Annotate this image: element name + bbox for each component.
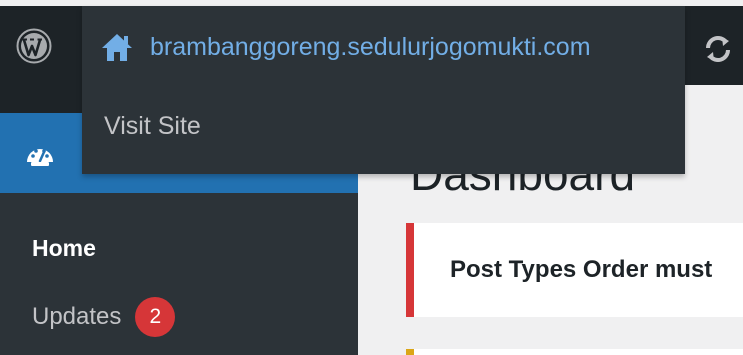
site-name-link[interactable]: brambanggoreng.sedulurjogomukti.com xyxy=(100,30,591,64)
warning-notice xyxy=(406,349,743,355)
home-icon xyxy=(100,30,136,64)
wordpress-icon[interactable] xyxy=(16,28,52,64)
updates-count-badge: 2 xyxy=(135,297,176,337)
site-name-text: brambanggoreng.sedulurjogomukti.com xyxy=(150,32,591,61)
refresh-icon[interactable] xyxy=(700,31,736,67)
error-notice: Post Types Order must xyxy=(406,223,743,317)
updates-label: Updates xyxy=(32,303,122,330)
visit-site-link[interactable]: Visit Site xyxy=(104,112,201,141)
notice-text: Post Types Order must xyxy=(450,256,713,283)
dashboard-icon xyxy=(22,137,58,173)
submenu-item-updates[interactable]: Updates 2 xyxy=(32,297,176,337)
dashboard-submenu: Home Updates 2 xyxy=(0,193,358,355)
submenu-item-home[interactable]: Home xyxy=(32,235,96,262)
site-name-dropdown: brambanggoreng.sedulurjogomukti.com Visi… xyxy=(82,6,685,174)
